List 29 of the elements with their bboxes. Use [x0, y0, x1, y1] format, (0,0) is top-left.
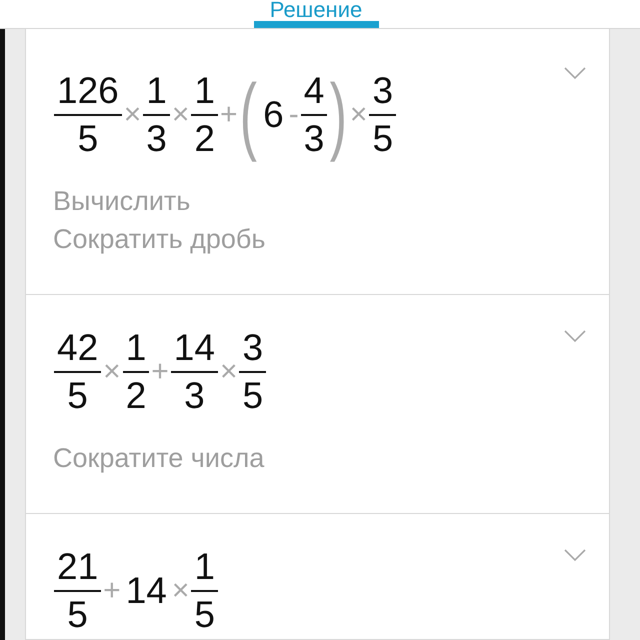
hint-text[interactable]: Вычислить [53, 182, 583, 220]
operator: + [151, 355, 169, 389]
fraction: 42 5 [54, 327, 102, 417]
operator: × [220, 355, 238, 389]
fraction: 1 2 [122, 327, 150, 417]
operator: × [350, 98, 368, 132]
number: 14 [126, 570, 167, 612]
operator: + [103, 574, 121, 608]
hint-text[interactable]: Сократить дробь [53, 220, 583, 258]
number: 6 [263, 94, 284, 136]
chevron-icon[interactable] [564, 67, 586, 80]
fraction: 3 5 [239, 327, 266, 417]
hint-text[interactable]: Сократите числа [53, 439, 583, 477]
fraction: 4 3 [300, 70, 328, 160]
chevron-icon[interactable] [564, 330, 586, 343]
fraction: 1 5 [191, 546, 218, 636]
operator: × [172, 574, 190, 608]
operator: + [220, 98, 238, 132]
chevron-icon[interactable] [564, 549, 586, 562]
fraction: 1 3 [143, 70, 170, 160]
fraction: 3 5 [369, 70, 396, 160]
fraction: 1 2 [191, 70, 218, 160]
operator: × [172, 98, 190, 132]
fraction: 21 5 [54, 546, 102, 636]
operator: - [288, 98, 299, 132]
operator: × [103, 355, 121, 389]
fraction: 14 3 [170, 327, 218, 417]
operator: × [124, 98, 142, 132]
fraction: 126 5 [54, 70, 122, 160]
